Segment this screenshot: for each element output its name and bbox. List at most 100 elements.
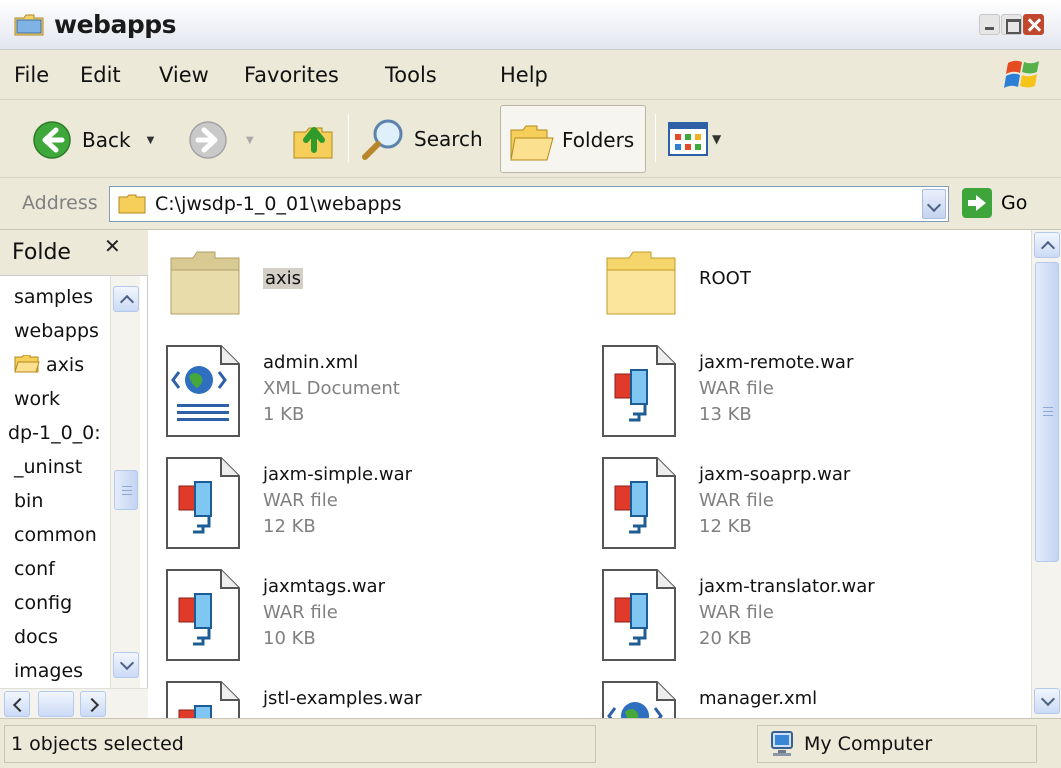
status-selection-text: 1 objects selected: [11, 733, 184, 755]
file-item-jaxmtags-war[interactable]: jaxmtags.war WAR file 10 KB: [165, 568, 385, 667]
file-size: 20 KB: [699, 628, 752, 649]
folder-icon: [118, 194, 146, 214]
folders-icon: [510, 125, 554, 161]
file-item-jaxm-soaprp-war[interactable]: jaxm-soaprp.war WAR file 12 KB: [601, 456, 850, 555]
xml-document-icon: [166, 345, 240, 437]
file-size: 12 KB: [263, 516, 316, 537]
address-label: Address: [22, 192, 98, 214]
file-item-axis[interactable]: axis: [167, 244, 304, 325]
file-name: jaxm-remote.war: [699, 352, 854, 373]
file-item-admin-xml[interactable]: admin.xml XML Document 1 KB: [165, 344, 400, 443]
forward-dropdown-icon[interactable]: ▼: [246, 135, 254, 146]
folders-pane: Folde ✕ samples webapps axis work dp-1_0…: [0, 230, 148, 718]
folders-pane-title: Folde: [12, 240, 71, 265]
folders-vertical-scrollbar[interactable]: [110, 276, 140, 688]
file-name: jaxmtags.war: [263, 576, 385, 597]
open-folder-icon: [14, 354, 40, 373]
tree-item[interactable]: images: [14, 660, 83, 682]
scroll-thumb[interactable]: [114, 470, 138, 510]
file-size: 1 KB: [263, 404, 305, 425]
tree-item[interactable]: bin: [14, 490, 43, 512]
file-item-jaxm-translator-war[interactable]: jaxm-translator.war WAR file 20 KB: [601, 568, 875, 667]
maximize-button[interactable]: [1001, 14, 1022, 35]
scroll-left-button[interactable]: [4, 691, 30, 717]
file-item-jstl-examples-war[interactable]: jstl-examples.war: [165, 680, 422, 718]
tree-item[interactable]: common: [14, 524, 97, 546]
back-button[interactable]: Back ▼: [32, 120, 154, 160]
menu-tools[interactable]: Tools: [385, 63, 437, 87]
close-icon[interactable]: ✕: [104, 234, 121, 258]
tree-item[interactable]: config: [14, 592, 72, 614]
file-view: axis ROOT admin.xml XML Document 1 KB ja…: [149, 230, 1031, 718]
scroll-down-button[interactable]: [1034, 688, 1060, 714]
file-item-root[interactable]: ROOT: [603, 244, 751, 325]
folders-horizontal-scrollbar[interactable]: [0, 688, 148, 718]
tree-item-axis[interactable]: axis: [14, 354, 84, 376]
main-vertical-scrollbar[interactable]: [1031, 230, 1061, 718]
file-item-jaxm-simple-war[interactable]: jaxm-simple.war WAR file 12 KB: [165, 456, 412, 555]
back-label: Back: [82, 128, 131, 152]
file-size: 12 KB: [699, 516, 752, 537]
search-label: Search: [414, 127, 483, 151]
address-dropdown-button[interactable]: [922, 189, 946, 219]
views-dropdown-icon[interactable]: ▼: [712, 132, 721, 146]
menu-view[interactable]: View: [159, 63, 209, 87]
scroll-right-button[interactable]: [80, 691, 106, 717]
up-folder-icon: [293, 127, 333, 159]
file-type: XML Document: [263, 378, 400, 399]
close-button[interactable]: [1023, 14, 1044, 35]
file-name: manager.xml: [699, 688, 818, 709]
file-type: WAR file: [699, 378, 774, 399]
back-dropdown-icon[interactable]: ▼: [147, 135, 155, 146]
scroll-down-button[interactable]: [113, 652, 139, 678]
window-title: webapps: [54, 10, 177, 39]
folder-icon: [606, 251, 676, 315]
scroll-thumb[interactable]: [38, 691, 74, 717]
file-item-manager-xml[interactable]: manager.xml: [601, 680, 817, 718]
file-type: WAR file: [699, 490, 774, 511]
folder-icon: [14, 14, 44, 36]
file-item-jaxm-remote-war[interactable]: jaxm-remote.war WAR file 13 KB: [601, 344, 853, 443]
status-bar: 1 objects selected My Computer: [0, 718, 1061, 768]
address-input[interactable]: C:\jwsdp-1_0_01\webapps: [109, 186, 949, 222]
tree-item[interactable]: docs: [14, 626, 58, 648]
go-arrow-icon: [962, 188, 992, 218]
tree-item[interactable]: samples: [14, 286, 93, 308]
file-type: WAR file: [263, 602, 338, 623]
war-file-icon: [166, 569, 240, 661]
tree-item[interactable]: conf: [14, 558, 55, 580]
scroll-up-button[interactable]: [113, 286, 139, 312]
file-name: admin.xml: [263, 352, 359, 373]
war-file-icon: [166, 457, 240, 549]
tree-item[interactable]: _uninst: [14, 456, 82, 478]
menu-edit[interactable]: Edit: [80, 63, 121, 87]
scroll-up-button[interactable]: [1034, 232, 1060, 258]
status-zone-panel: My Computer: [757, 725, 1037, 763]
folders-label: Folders: [562, 128, 635, 152]
minimize-button[interactable]: [979, 14, 1000, 35]
tree-item[interactable]: dp-1_0_0:: [8, 422, 101, 444]
go-label: Go: [1001, 192, 1028, 214]
file-name: jaxm-translator.war: [699, 576, 875, 597]
file-size: 10 KB: [263, 628, 316, 649]
file-type: WAR file: [263, 490, 338, 511]
scroll-thumb[interactable]: [1035, 262, 1059, 562]
folder-icon: [170, 251, 240, 315]
views-button[interactable]: ▼: [668, 122, 721, 156]
folders-button[interactable]: Folders: [500, 105, 646, 173]
war-file-icon: [602, 345, 676, 437]
go-button[interactable]: Go: [962, 188, 1027, 218]
address-bar: Address C:\jwsdp-1_0_01\webapps Go: [0, 178, 1061, 230]
tree-item[interactable]: webapps: [14, 320, 99, 342]
search-button[interactable]: Search: [360, 116, 483, 162]
file-name: jstl-examples.war: [263, 688, 422, 709]
forward-button[interactable]: ▼: [188, 120, 254, 160]
status-zone-label: My Computer: [804, 733, 933, 755]
file-name: ROOT: [699, 268, 751, 289]
menu-help[interactable]: Help: [500, 63, 548, 87]
tree-item[interactable]: work: [14, 388, 60, 410]
menu-file[interactable]: File: [14, 63, 49, 87]
up-folder-button[interactable]: [292, 116, 334, 160]
menu-favorites[interactable]: Favorites: [244, 63, 339, 87]
search-icon: [362, 119, 403, 160]
